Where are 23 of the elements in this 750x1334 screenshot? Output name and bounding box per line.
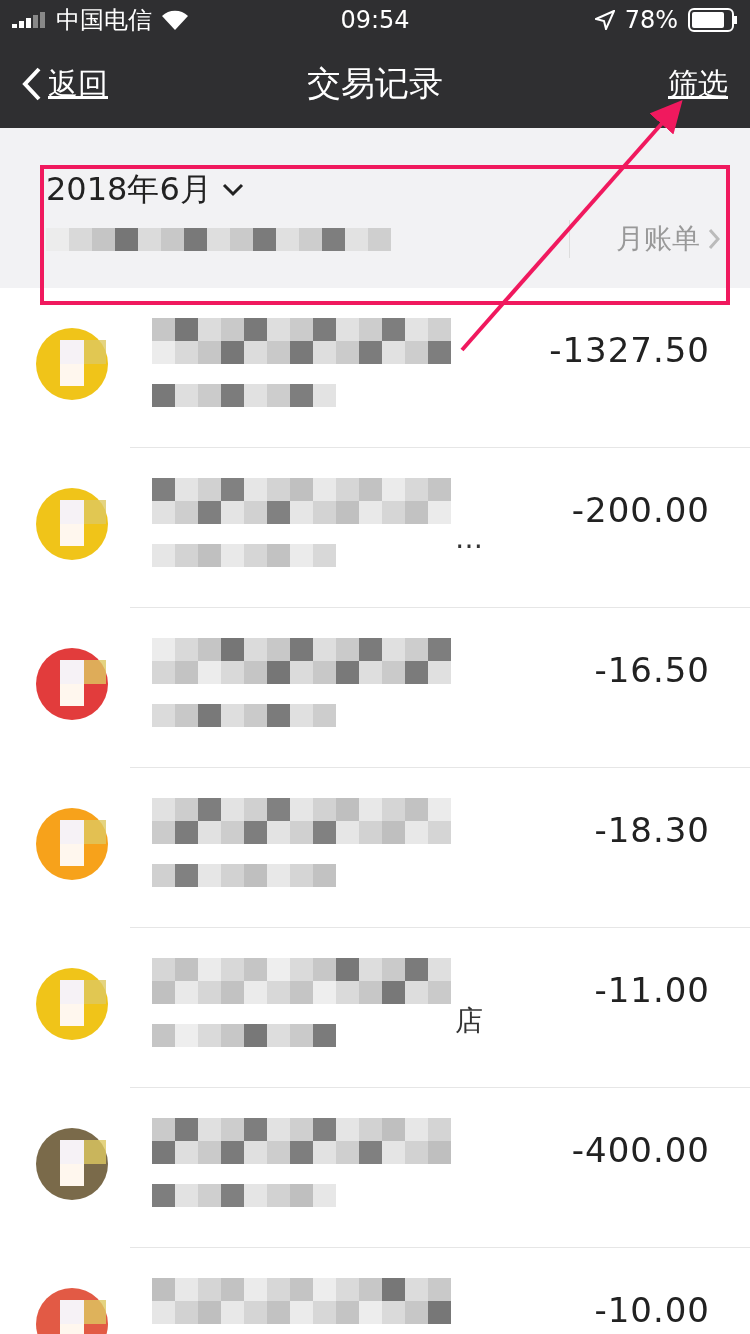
merchant-name-text: 店 [455, 1003, 483, 1039]
amount-text: -400.00 [571, 1130, 710, 1170]
battery-icon [688, 8, 738, 32]
time-text: 09:54 [340, 6, 410, 34]
amount-text: -11.00 [594, 970, 710, 1010]
carrier-text: 中国电信 [56, 5, 152, 36]
chevron-down-icon [221, 183, 244, 197]
amount-text: -200.00 [571, 490, 710, 530]
filter-link[interactable]: 筛选 [568, 63, 728, 105]
signal-icon [12, 12, 46, 28]
amount-text: -16.50 [594, 650, 710, 690]
chevron-right-icon [708, 228, 720, 250]
page-title: 交易记录 [307, 62, 443, 105]
battery-percent: 78% [624, 6, 678, 34]
navigation-icon [594, 10, 615, 30]
amount-text: -18.30 [594, 810, 710, 850]
back-chevron-icon [22, 67, 42, 101]
back-link[interactable]: 返回 [22, 63, 182, 105]
merchant-name-text: … [455, 522, 483, 555]
month-selector[interactable]: 2018年6月 [46, 168, 244, 212]
wifi-icon [162, 10, 188, 30]
amount-text: -10.00 [594, 1290, 710, 1330]
amount-text: -1327.50 [549, 330, 710, 370]
